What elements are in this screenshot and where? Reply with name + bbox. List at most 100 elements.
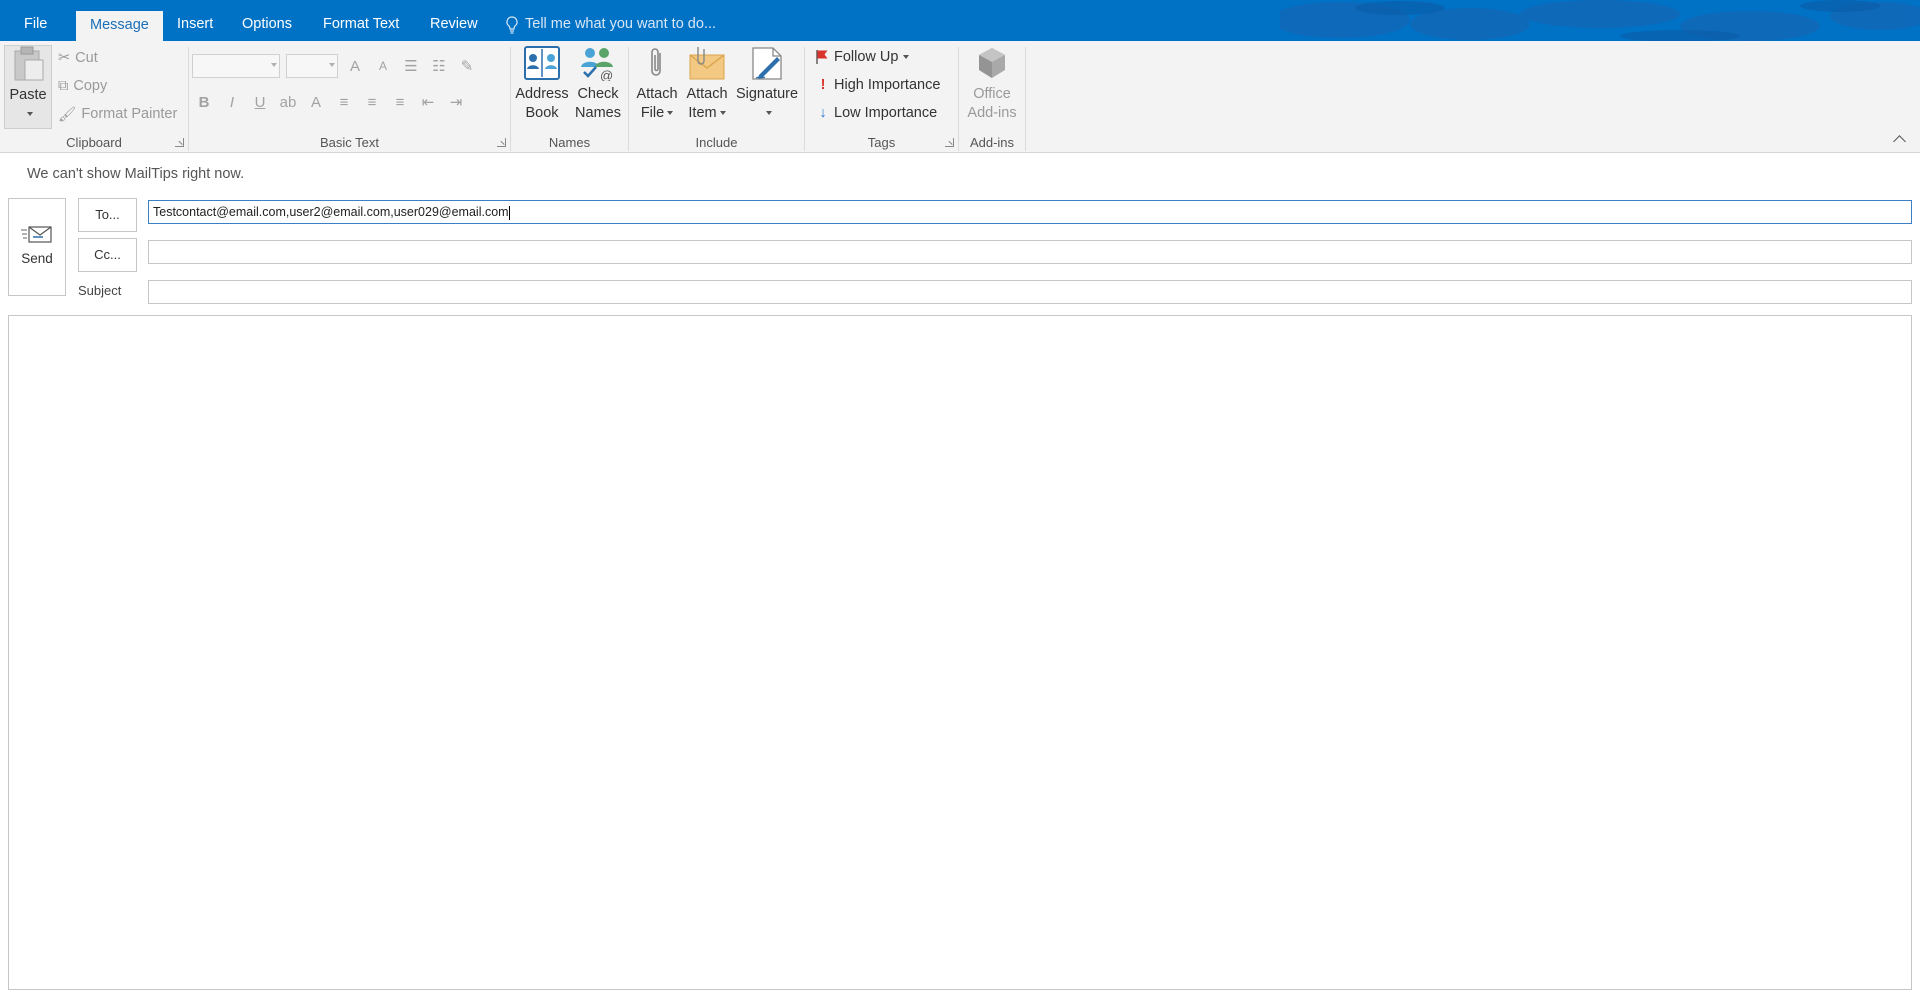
- office-add-ins-label-line1: Office: [973, 86, 1011, 102]
- font-row: A A ☰ ☷ ✎: [192, 54, 478, 78]
- increase-indent-icon[interactable]: ⇥: [445, 93, 467, 111]
- ribbon: Paste ✂ Cut ⧉ Copy 🖌 Format Painter Clip…: [0, 41, 1920, 153]
- address-book-button[interactable]: Address Book: [515, 45, 569, 123]
- to-button[interactable]: To...: [78, 198, 137, 232]
- check-names-icon: @: [581, 48, 613, 81]
- mailtips-message: We can't show MailTips right now.: [27, 166, 245, 182]
- collapse-ribbon-icon[interactable]: [1893, 135, 1906, 148]
- group-label-add-ins: Add-ins: [969, 135, 1015, 150]
- chevron-down-icon: [765, 111, 772, 116]
- follow-up-label: Follow Up: [834, 49, 899, 65]
- to-field-value: Testcontact@email.com,user2@email.com,us…: [153, 205, 509, 219]
- check-names-button[interactable]: @ Check Names: [571, 45, 625, 123]
- send-button[interactable]: Send: [8, 198, 66, 296]
- ribbon-background-pattern: [1280, 0, 1920, 41]
- high-importance-button[interactable]: ! High Importance: [817, 74, 941, 96]
- group-divider: [1025, 47, 1026, 151]
- attach-item-button[interactable]: Attach Item: [683, 45, 731, 123]
- low-importance-label: Low Importance: [834, 105, 938, 121]
- align-left-icon[interactable]: ≡: [333, 94, 355, 111]
- clipboard-dialog-launcher-icon[interactable]: [175, 138, 184, 147]
- office-add-ins-icon: [979, 48, 1005, 78]
- highlight-icon[interactable]: ab: [277, 94, 299, 111]
- group-add-ins: Office Add-ins Add-ins: [959, 41, 1025, 153]
- bullets-icon[interactable]: ☰: [400, 57, 422, 75]
- subject-field[interactable]: [148, 280, 1912, 304]
- address-book-label-line2: Book: [525, 105, 559, 121]
- flag-icon: [816, 50, 828, 64]
- group-label-include: Include: [695, 135, 738, 150]
- format-row: B I U ab A ≡ ≡ ≡ ⇤ ⇥: [193, 93, 467, 112]
- follow-up-button[interactable]: Follow Up: [815, 46, 910, 68]
- check-names-label-line2: Names: [575, 105, 621, 121]
- signature-icon: [752, 47, 782, 80]
- ribbon-tab-bar: File Message Insert Options Format Text …: [0, 0, 1920, 41]
- bold-button[interactable]: B: [193, 94, 215, 111]
- group-label-basic-text: Basic Text: [319, 135, 379, 150]
- numbering-icon[interactable]: ☷: [428, 57, 450, 75]
- tags-dialog-launcher-icon[interactable]: [945, 138, 954, 147]
- shrink-font-icon[interactable]: A: [372, 59, 394, 73]
- tab-review[interactable]: Review: [416, 8, 492, 41]
- text-cursor: [508, 205, 510, 220]
- tab-file[interactable]: File: [10, 8, 61, 41]
- low-importance-button[interactable]: ↓ Low Importance: [817, 102, 937, 124]
- attach-item-label-line2: Item: [688, 105, 717, 121]
- signature-button[interactable]: Signature: [733, 45, 801, 123]
- clipboard-icon: [14, 46, 44, 81]
- copy-icon: ⧉: [58, 78, 69, 94]
- address-book-icon: [524, 46, 560, 80]
- paste-button[interactable]: Paste: [4, 45, 52, 129]
- attach-file-label-line2: File: [640, 105, 665, 121]
- subject-label: Subject: [78, 283, 122, 298]
- group-names: Address Book @ Check Names Names: [511, 41, 628, 153]
- decrease-indent-icon[interactable]: ⇤: [417, 93, 439, 111]
- chevron-down-icon: [719, 111, 726, 116]
- tell-me-search[interactable]: Tell me what you want to do...: [505, 8, 716, 41]
- cc-field[interactable]: [148, 240, 1912, 264]
- attach-file-label-line1: Attach: [636, 86, 678, 102]
- tab-insert[interactable]: Insert: [163, 8, 227, 41]
- copy-button[interactable]: ⧉ Copy: [58, 75, 107, 97]
- group-include: Attach File Attach Item Signature Includ…: [629, 41, 804, 153]
- envelope-attach-icon: [689, 47, 725, 80]
- signature-label: Signature: [735, 86, 799, 102]
- exclamation-icon: !: [820, 77, 826, 93]
- format-painter-label: Format Painter: [81, 106, 178, 122]
- scissors-icon: ✂: [58, 50, 71, 66]
- font-color-button[interactable]: A: [305, 94, 327, 111]
- tab-message[interactable]: Message: [76, 11, 163, 41]
- font-name-combo[interactable]: [192, 54, 280, 78]
- message-body-editor[interactable]: [8, 315, 1912, 990]
- tab-format-text[interactable]: Format Text: [309, 8, 413, 41]
- basic-text-dialog-launcher-icon[interactable]: [497, 138, 506, 147]
- paintbrush-icon: 🖌: [58, 106, 77, 123]
- underline-button[interactable]: U: [249, 94, 271, 111]
- group-clipboard: Paste ✂ Cut ⧉ Copy 🖌 Format Painter Clip…: [0, 41, 188, 153]
- office-add-ins-label-line2: Add-ins: [967, 105, 1017, 121]
- office-add-ins-button[interactable]: Office Add-ins: [963, 45, 1021, 123]
- paperclip-icon: [651, 48, 661, 76]
- align-right-icon[interactable]: ≡: [389, 94, 411, 111]
- grow-font-icon[interactable]: A: [344, 58, 366, 75]
- tell-me-text: Tell me what you want to do...: [525, 16, 717, 32]
- group-basic-text: A A ☰ ☷ ✎ B I U ab A ≡ ≡ ≡ ⇤ ⇥ Basic Tex…: [189, 41, 510, 153]
- send-label: Send: [21, 251, 53, 266]
- to-field[interactable]: Testcontact@email.com,user2@email.com,us…: [148, 200, 1912, 224]
- font-size-combo[interactable]: [286, 54, 338, 78]
- svg-text:@: @: [600, 68, 613, 81]
- format-painter-button[interactable]: 🖌 Format Painter: [58, 103, 177, 125]
- group-label-tags: Tags: [867, 135, 896, 150]
- address-book-label-line1: Address: [515, 86, 569, 102]
- cut-label: Cut: [75, 50, 98, 66]
- group-label-clipboard: Clipboard: [66, 135, 122, 150]
- cc-button[interactable]: Cc...: [78, 238, 137, 272]
- italic-button[interactable]: I: [221, 94, 243, 111]
- send-envelope-icon: [21, 226, 52, 243]
- align-center-icon[interactable]: ≡: [361, 94, 383, 111]
- paste-label: Paste: [9, 87, 47, 103]
- tab-options[interactable]: Options: [228, 8, 306, 41]
- clear-formatting-icon[interactable]: ✎: [456, 57, 478, 75]
- attach-file-button[interactable]: Attach File: [633, 45, 681, 123]
- cut-button[interactable]: ✂ Cut: [58, 47, 98, 69]
